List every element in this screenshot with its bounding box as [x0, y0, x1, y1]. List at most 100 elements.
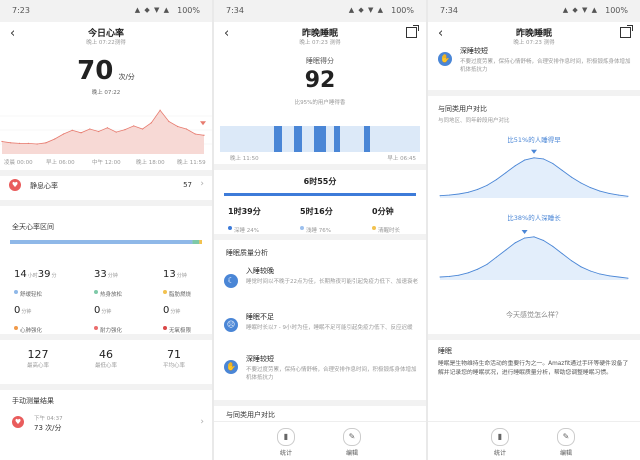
heart-icon: ♥	[9, 179, 21, 191]
stat-min: 46 最低心率	[94, 348, 117, 369]
stats-button[interactable]: ▮ 统计	[480, 428, 520, 457]
status-bar: 7:34 ▲ ◆ ▼ ▲ 100%	[214, 0, 426, 22]
heart-rate-point	[62, 133, 65, 135]
zone-dot	[14, 325, 18, 330]
curve-point	[627, 277, 629, 279]
curve-point	[477, 268, 479, 270]
battery-text: 100%	[177, 6, 200, 15]
compare-title: 与同类用户对比	[438, 105, 487, 113]
x-tick-label: 凌晨 00:00	[4, 160, 33, 166]
heart-rate-point	[71, 129, 73, 131]
heart-rate-area	[2, 110, 204, 154]
sleep-description: 睡眠是生物维持生命活动的重要行为之一。Amazfit通过手环等硬件设备了解并记录…	[438, 361, 629, 376]
analysis-title: 睡眠质量分析	[226, 249, 268, 257]
bar-chart-icon: ▮	[491, 428, 509, 446]
zone-cell: 13分钟 脂肪燃烧	[163, 269, 192, 298]
current-hr-value: 70	[77, 56, 114, 86]
status-bar: 7:23 ▲ ◆ ▼ ▲ 100%	[0, 0, 212, 22]
heart-rate-point	[150, 122, 152, 124]
edit-button[interactable]: ✎ 编辑	[332, 428, 372, 457]
heart-rate-point	[177, 125, 179, 128]
heart-rate-chart	[0, 109, 212, 154]
curve-point	[533, 236, 535, 238]
analysis-item: ☾ 入睡较晚 睡觉时间以不晚于22点为佳，长期熬夜可能引起免疫力低下、加速衰老	[214, 264, 426, 308]
sleep-score: 92	[304, 68, 336, 93]
manual-result-row[interactable]: ♥ 下午 04:37 73 次/分 ›	[0, 410, 212, 436]
zone-cell: 0分钟 心肺强化	[14, 305, 43, 334]
curve-point	[514, 242, 516, 244]
bottom-toolbar: ▮ 统计 ✎ 编辑	[428, 421, 640, 460]
feeling-prompt[interactable]: 今天感觉怎么样？	[428, 310, 640, 320]
curve-point	[589, 270, 591, 272]
share-icon[interactable]	[620, 25, 633, 38]
heart-rate-point	[80, 132, 82, 134]
share-icon[interactable]	[406, 25, 419, 38]
page-subtitle: 晚上 07:22测得	[86, 40, 126, 46]
heart-rate-point	[159, 109, 161, 111]
curve-point	[524, 159, 526, 161]
resting-hr-label: 静息心率	[30, 182, 58, 190]
heart-rate-point	[194, 133, 196, 135]
zone-hours: 14	[14, 269, 27, 280]
current-hr: 70 次/分	[0, 56, 212, 86]
status-time: 7:34	[440, 6, 458, 15]
curve-point	[618, 276, 620, 278]
resting-hr-row[interactable]: ♥ 静息心率 57 ›	[0, 176, 212, 196]
manual-title: 手动测量结果	[12, 397, 54, 405]
sleep-end: 早上 06:45	[387, 156, 416, 162]
zone-dot	[94, 289, 98, 294]
curve-point	[580, 182, 582, 184]
stats-button[interactable]: ▮ 统计	[266, 428, 306, 457]
analysis-item: ☹ 睡眠不足 睡眠时长以7 - 9小时为佳，睡眠不足可能引起免疫力低下、反应迟缓	[214, 310, 426, 354]
edit-button[interactable]: ✎ 编辑	[546, 428, 586, 457]
curve-point	[533, 157, 535, 159]
curve-point	[608, 192, 610, 194]
curve-point	[599, 190, 601, 192]
sleep-compare-screen: 7:34 ▲ ◆ ▼ ▲ 100% ‹ 昨晚睡眠 晚上 07:23 测得 ✋ 深…	[428, 0, 640, 460]
curve-point	[439, 276, 441, 278]
heart-rate-point	[36, 143, 38, 145]
compare-subtitle: 与同地区、同年龄段用户对比	[438, 118, 510, 124]
user-position-marker-icon	[521, 230, 528, 234]
deep-sleep-compare-chart	[439, 230, 629, 280]
heart-rate-point	[185, 128, 188, 130]
heart-rate-point	[106, 127, 108, 129]
current-marker-icon	[200, 121, 206, 126]
heart-rate-point	[89, 128, 91, 130]
chevron-right-icon: ›	[200, 179, 204, 189]
status-time: 7:34	[226, 6, 244, 15]
heart-rate-point	[203, 134, 205, 136]
compare-title: 与同类用户对比	[226, 411, 275, 419]
manual-value: 73 次/分	[34, 424, 62, 432]
status-time: 7:23	[12, 6, 30, 15]
stat-avg: 71 平均心率	[162, 348, 185, 369]
curve-point	[448, 275, 450, 277]
resting-hr-value: 57	[183, 181, 192, 189]
curve-point	[580, 266, 582, 268]
curve-point	[495, 256, 497, 258]
status-icons: ▲ ◆ ▼ ▲	[348, 6, 384, 14]
heart-rate-point	[27, 142, 29, 144]
zone-segment	[10, 240, 193, 244]
manual-time: 下午 04:37	[34, 416, 63, 422]
deep-sleep-bar	[364, 126, 370, 152]
x-tick-label: 晚上 11:59	[177, 160, 206, 166]
score-label: 睡眠得分	[306, 57, 334, 65]
curve-point	[495, 179, 497, 181]
curve-point	[552, 163, 554, 164]
zone-dot	[94, 325, 98, 330]
curve-point	[599, 273, 601, 275]
zone-segment	[199, 240, 202, 244]
status-bar: 7:34 ▲ ◆ ▼ ▲ 100%	[428, 0, 640, 22]
user-position-marker-icon	[531, 149, 537, 154]
curve-point	[618, 194, 620, 196]
curve-point	[448, 194, 450, 196]
curve-point	[552, 245, 554, 247]
curve-point	[561, 169, 563, 171]
deep-sleep-bar	[334, 126, 340, 152]
curve-point	[608, 275, 610, 277]
chevron-right-icon: ›	[200, 417, 204, 427]
curve-point	[477, 188, 479, 190]
heart-rate-point	[18, 142, 21, 144]
heart-rate-point	[168, 120, 170, 123]
